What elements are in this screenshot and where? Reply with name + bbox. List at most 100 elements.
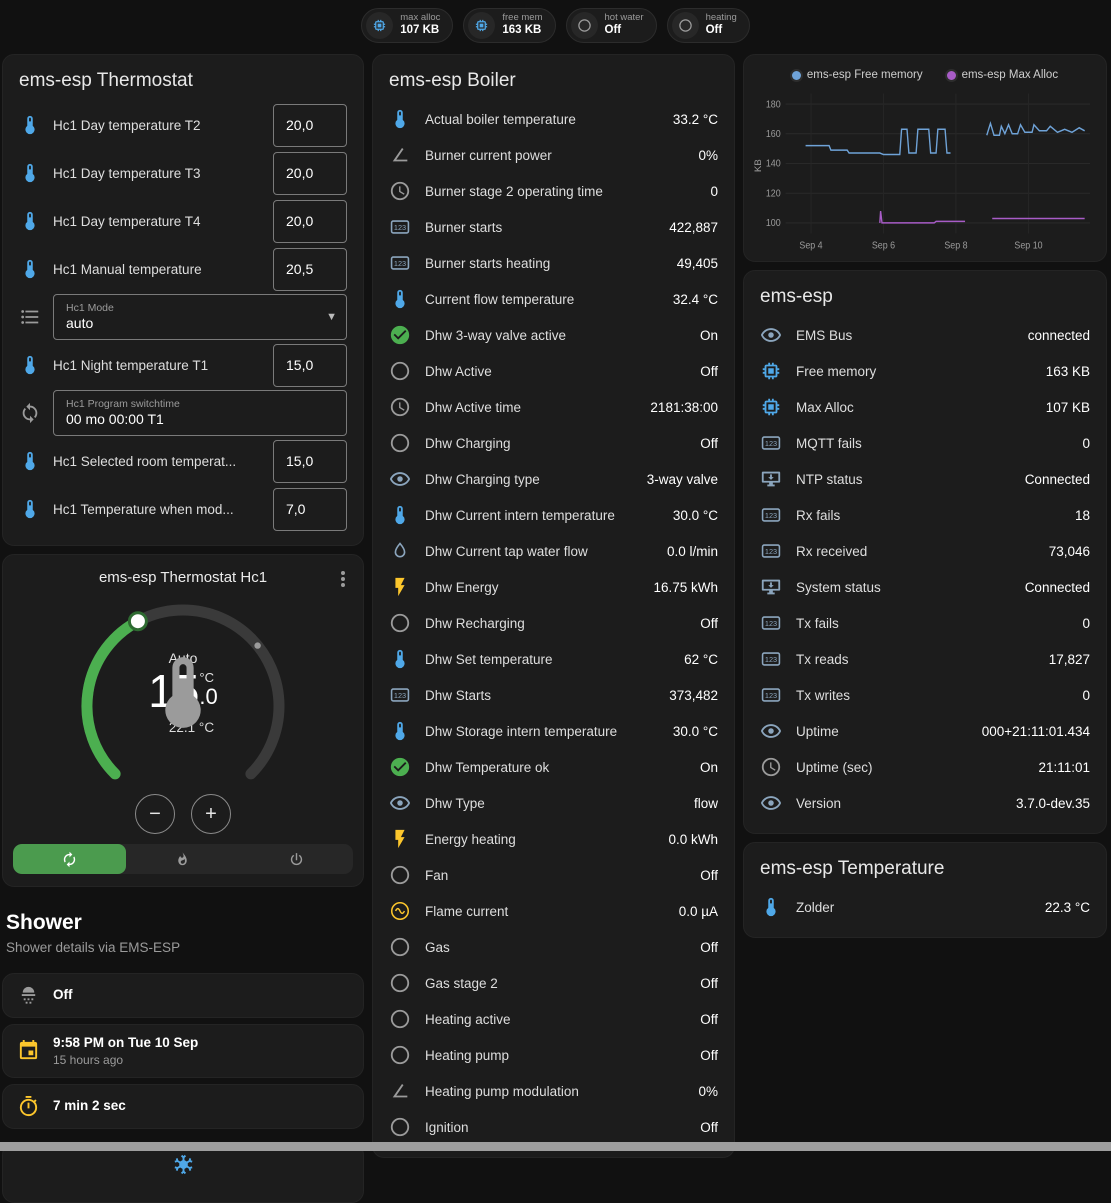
field-label: Hc1 Mode — [66, 302, 320, 315]
badge-max-alloc[interactable]: max alloc107 KB — [361, 8, 453, 43]
badge-icon-circle — [366, 12, 393, 39]
hc1-selected-room-temperat-input[interactable] — [273, 440, 347, 483]
boiler-row-burner-stage-2-operating-time[interactable]: Burner stage 2 operating time0 — [389, 173, 718, 209]
shower-card-off[interactable]: Off — [2, 973, 364, 1018]
temperature-increase-button[interactable]: + — [191, 794, 231, 834]
temperature-row-zolder[interactable]: Zolder22.3 °C — [760, 889, 1090, 925]
memory-chip-icon — [760, 396, 782, 418]
entity-value: 30.0 °C — [673, 508, 718, 523]
hc1-program-switchtime-field[interactable]: Hc1 Program switchtime00 mo 00:00 T1 — [53, 390, 347, 436]
badge-label: heating — [706, 13, 737, 24]
svg-text:100: 100 — [766, 218, 781, 228]
entity-label: Hc1 Day temperature T2 — [53, 118, 261, 133]
boiler-row-heating-pump[interactable]: Heating pumpOff — [389, 1037, 718, 1073]
thermostat-dial[interactable]: Auto 15 °C .0 22.1 °C — [65, 592, 301, 828]
emsesp-row-uptime[interactable]: Uptime000+21:11:01.434 — [760, 713, 1090, 749]
boiler-row-dhw-set-temperature[interactable]: Dhw Set temperature62 °C — [389, 641, 718, 677]
emsesp-row-ntp-status[interactable]: NTP statusConnected — [760, 461, 1090, 497]
hc1-manual-temperature-input[interactable] — [273, 248, 347, 291]
left-column: ems-esp Thermostat Hc1 Day temperature T… — [2, 54, 364, 1203]
entity-label: Dhw Starts — [425, 688, 655, 703]
badge-heating[interactable]: heatingOff — [667, 8, 750, 43]
emsesp-row-tx-fails[interactable]: 123Tx fails0 — [760, 605, 1090, 641]
boiler-row-burner-starts[interactable]: 123Burner starts422,887 — [389, 209, 718, 245]
eye-icon — [389, 468, 411, 490]
hc1-mode-select[interactable]: Hc1 Modeauto▼ — [53, 294, 347, 340]
boiler-row-dhw-temperature-ok[interactable]: Dhw Temperature okOn — [389, 749, 718, 785]
hc1-night-temperature-t1-input[interactable] — [273, 344, 347, 387]
boiler-row-dhw-active-time[interactable]: Dhw Active time2181:38:00 — [389, 389, 718, 425]
boiler-row-dhw-starts[interactable]: 123Dhw Starts373,482 — [389, 677, 718, 713]
boiler-row-dhw-storage-intern-temperature[interactable]: Dhw Storage intern temperature30.0 °C — [389, 713, 718, 749]
boiler-row-flame-current[interactable]: Flame current 0.0 µA — [389, 893, 718, 929]
boiler-row-dhw-recharging[interactable]: Dhw RechargingOff — [389, 605, 718, 641]
badge-free-mem[interactable]: free mem163 KB — [463, 8, 555, 43]
boiler-row-dhw-charging-type[interactable]: Dhw Charging type3-way valve — [389, 461, 718, 497]
boiler-row-ignition[interactable]: IgnitionOff — [389, 1109, 718, 1145]
boiler-row-burner-starts-heating[interactable]: 123Burner starts heating49,405 — [389, 245, 718, 281]
emsesp-row-rx-received[interactable]: 123Rx received73,046 — [760, 533, 1090, 569]
hc1-temperature-when-mod-input[interactable] — [273, 488, 347, 531]
boiler-row-dhw-energy[interactable]: Dhw Energy16.75 kWh — [389, 569, 718, 605]
entity-value: On — [700, 760, 718, 775]
hvac-mode-off-button[interactable] — [240, 844, 353, 874]
svg-text:123: 123 — [765, 655, 777, 664]
thermometer-icon — [19, 162, 41, 184]
badge-label: max alloc — [400, 13, 440, 24]
badge-icon-circle — [571, 12, 598, 39]
emsesp-row-mqtt-fails[interactable]: 123MQTT fails0 — [760, 425, 1090, 461]
entity-label: Burner current power — [425, 148, 684, 163]
more-menu-icon[interactable] — [331, 567, 355, 591]
hvac-mode-auto-button[interactable] — [13, 844, 126, 874]
entity-label: System status — [796, 580, 1011, 595]
boiler-row-actual-boiler-temperature[interactable]: Actual boiler temperature33.2 °C — [389, 101, 718, 137]
entity-value: 000+21:11:01.434 — [982, 724, 1090, 739]
emsesp-row-tx-writes[interactable]: 123Tx writes0 — [760, 677, 1090, 713]
boiler-row-dhw-3-way-valve-active[interactable]: Dhw 3-way valve activeOn — [389, 317, 718, 353]
counter-icon: 123 — [760, 648, 782, 670]
boiler-row-current-flow-temperature[interactable]: Current flow temperature32.4 °C — [389, 281, 718, 317]
shower-card-7-min-2-sec[interactable]: 7 min 2 sec — [2, 1084, 364, 1129]
shower-card-9-58-pm-on-tue-10-sep[interactable]: 9:58 PM on Tue 10 Sep15 hours ago — [2, 1024, 364, 1078]
entity-value: 0.0 µA — [679, 904, 718, 919]
boiler-row-burner-current-power[interactable]: Burner current power 0% — [389, 137, 718, 173]
boiler-row-dhw-charging[interactable]: Dhw ChargingOff — [389, 425, 718, 461]
hc1-day-temperature-t2-input[interactable] — [273, 104, 347, 147]
shower-card-snowflake[interactable] — [2, 1143, 364, 1203]
section-title: Shower — [6, 911, 360, 935]
emsesp-row-free-memory[interactable]: Free memory163 KB — [760, 353, 1090, 389]
badge-hot-water[interactable]: hot waterOff — [566, 8, 657, 43]
entity-label: Flame current — [425, 904, 665, 919]
field-value: auto — [66, 315, 320, 333]
boiler-row-dhw-active[interactable]: Dhw ActiveOff — [389, 353, 718, 389]
boiler-row-dhw-type[interactable]: Dhw Typeflow — [389, 785, 718, 821]
entity-value: 0% — [698, 148, 718, 163]
emsesp-row-max-alloc[interactable]: Max Alloc107 KB — [760, 389, 1090, 425]
boiler-row-dhw-current-tap-water-flow[interactable]: Dhw Current tap water flow0.0 l/min — [389, 533, 718, 569]
shower-card-title: 9:58 PM on Tue 10 Sep — [53, 1035, 198, 1052]
entity-label: Ignition — [425, 1120, 686, 1135]
emsesp-row-rx-fails[interactable]: 123Rx fails18 — [760, 497, 1090, 533]
hc1-day-temperature-t3-input[interactable] — [273, 152, 347, 195]
legend-item-ems-esp-free-memory[interactable]: ems-esp Free memory — [792, 69, 923, 81]
emsesp-row-system-status[interactable]: System statusConnected — [760, 569, 1090, 605]
boiler-row-gas[interactable]: GasOff — [389, 929, 718, 965]
emsesp-row-ems-bus[interactable]: EMS Busconnected — [760, 317, 1090, 353]
entity-label: Dhw 3-way valve active — [425, 328, 686, 343]
emsesp-row-uptime-sec[interactable]: Uptime (sec)21:11:01 — [760, 749, 1090, 785]
boiler-row-heating-active[interactable]: Heating activeOff — [389, 1001, 718, 1037]
boiler-row-gas-stage-2[interactable]: Gas stage 2Off — [389, 965, 718, 1001]
boiler-row-energy-heating[interactable]: Energy heating0.0 kWh — [389, 821, 718, 857]
boiler-row-heating-pump-modulation[interactable]: Heating pump modulation0% — [389, 1073, 718, 1109]
boiler-row-fan[interactable]: FanOff — [389, 857, 718, 893]
legend-item-ems-esp-max-alloc[interactable]: ems-esp Max Alloc — [947, 69, 1059, 81]
emsesp-row-version[interactable]: Version3.7.0-dev.35 — [760, 785, 1090, 821]
temperature-decrease-button[interactable]: − — [135, 794, 175, 834]
svg-text:140: 140 — [766, 158, 781, 168]
hvac-mode-heat-button[interactable] — [126, 844, 239, 874]
hc1-day-temperature-t4-input[interactable] — [273, 200, 347, 243]
horizontal-scrollbar[interactable] — [0, 1142, 1111, 1151]
svg-text:123: 123 — [394, 691, 406, 700]
emsesp-row-tx-reads[interactable]: 123Tx reads17,827 — [760, 641, 1090, 677]
boiler-row-dhw-current-intern-temperature[interactable]: Dhw Current intern temperature30.0 °C — [389, 497, 718, 533]
